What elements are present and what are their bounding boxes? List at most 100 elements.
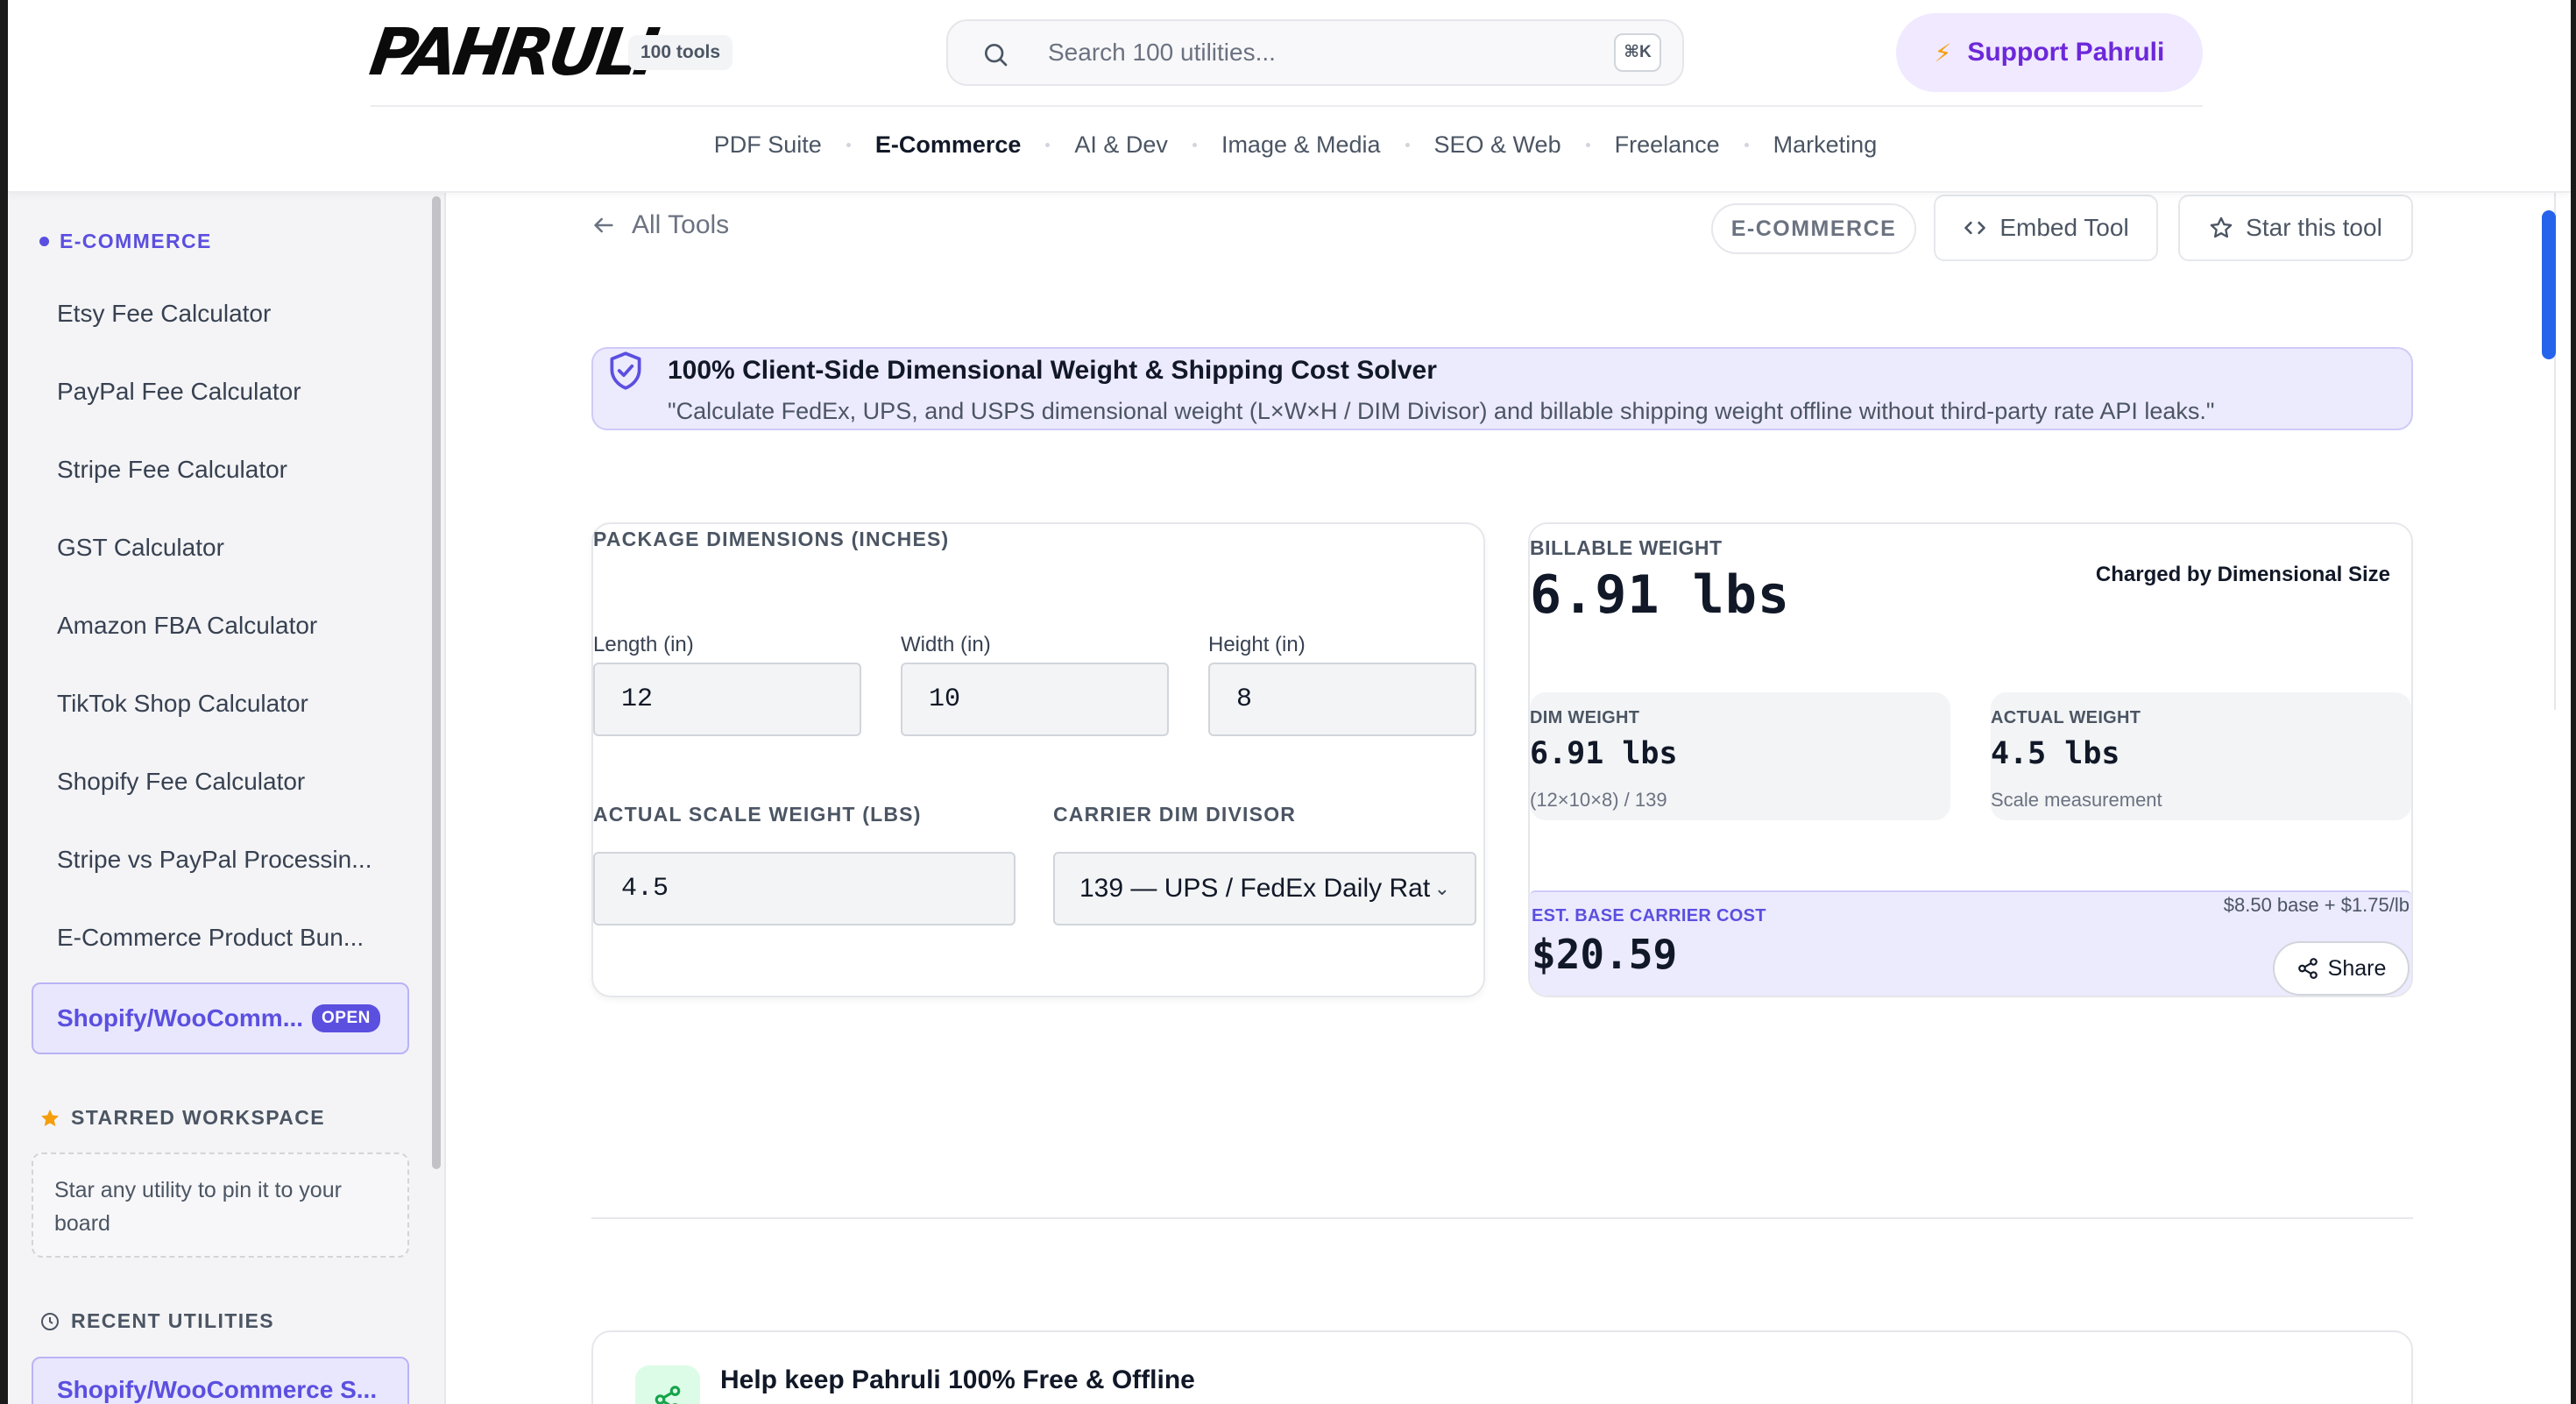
search-shortcut-hint: ⌘K: [1614, 33, 1661, 72]
carrier-cost-value: $20.59: [1532, 931, 1678, 978]
carrier-cost-panel: EST. BASE CARRIER COST $20.59 $8.50 base…: [1530, 890, 2411, 996]
billable-weight-label: BILLABLE WEIGHT: [1530, 536, 1723, 559]
sidebar-item-product-bundle[interactable]: E-Commerce Product Bun...: [57, 924, 364, 952]
window-frame-left: [0, 0, 8, 1404]
dim-weight-label: DIM WEIGHT: [1530, 708, 1640, 727]
back-label: All Tools: [632, 210, 730, 239]
share-network-icon: [635, 1365, 700, 1404]
nav-separator: [1744, 142, 1749, 147]
sidebar-item-stripe-fee[interactable]: Stripe Fee Calculator: [57, 456, 287, 484]
nav-separator: [846, 142, 851, 147]
nav-marketing[interactable]: Marketing: [1773, 131, 1878, 159]
tools-count-badge: 100 tools: [628, 35, 733, 70]
length-input[interactable]: [593, 663, 861, 736]
nav-separator: [1045, 142, 1051, 147]
banner-subtitle: "Calculate FedEx, UPS, and USPS dimensio…: [668, 398, 2215, 424]
carrier-cost-breakdown: $8.50 base + $1.75/lb: [2223, 894, 2410, 916]
logo-wordmark: PAHRULI: [364, 15, 660, 90]
package-dimensions-card: PACKAGE DIMENSIONS (INCHES) Length (in) …: [591, 522, 1485, 997]
star-label: Star this tool: [2246, 214, 2382, 241]
divisor-selected-value: 139 — UPS / FedEx Daily Rat: [1079, 874, 1431, 903]
brand-logo[interactable]: PAHRULI: [365, 15, 659, 90]
support-promo-card: Help keep Pahruli 100% Free & Offline: [591, 1330, 2413, 1404]
active-item-label: Shopify/WooComm...: [57, 1004, 304, 1032]
back-link[interactable]: All Tools: [591, 210, 729, 240]
width-input[interactable]: [901, 663, 1169, 736]
results-card: BILLABLE WEIGHT 6.91 lbs Charged by Dime…: [1528, 522, 2413, 997]
nav-ai-dev[interactable]: AI & Dev: [1074, 131, 1168, 159]
divisor-select[interactable]: 139 — UPS / FedEx Daily Rat ⌄: [1053, 852, 1476, 925]
code-icon: [1964, 221, 1986, 235]
section-title: E-COMMERCE: [60, 230, 212, 252]
starred-empty-state: Star any utility to pin it to your board: [32, 1152, 409, 1258]
billable-weight-value: 6.91 lbs: [1530, 564, 1790, 626]
sidebar-section-recent: RECENT UTILITIES: [39, 1309, 274, 1333]
sidebar-item-tiktok-shop[interactable]: TikTok Shop Calculator: [57, 690, 308, 718]
nav-separator: [1192, 142, 1197, 147]
recent-item[interactable]: Shopify/WooCommerce S...: [32, 1357, 409, 1404]
width-label: Width (in): [901, 633, 991, 656]
search-input[interactable]: [1048, 21, 1574, 84]
length-label: Length (in): [593, 633, 694, 656]
dim-weight-value: 6.91 lbs: [1530, 736, 1678, 771]
sidebar-item-active[interactable]: Shopify/WooComm... OPEN: [32, 982, 409, 1054]
search-bar[interactable]: ⌘K: [946, 19, 1684, 86]
star-tool-button[interactable]: Star this tool: [2178, 195, 2413, 261]
open-badge: OPEN: [312, 1004, 380, 1032]
weight-input[interactable]: [593, 852, 1016, 925]
nav-pdf-suite[interactable]: PDF Suite: [714, 131, 822, 159]
main-scrollbar[interactable]: [2542, 210, 2556, 359]
divisor-label: CARRIER DIM DIVISOR: [1053, 803, 1297, 826]
section-title: RECENT UTILITIES: [71, 1309, 274, 1332]
category-nav: PDF Suite E-Commerce AI & Dev Image & Me…: [8, 123, 2571, 167]
nav-e-commerce[interactable]: E-Commerce: [875, 131, 1022, 159]
arrow-left-icon: [594, 217, 613, 233]
nav-seo-web[interactable]: SEO & Web: [1434, 131, 1561, 159]
charged-by-note: Charged by Dimensional Size: [2095, 563, 2390, 586]
category-pill: E-COMMERCE: [1711, 203, 1916, 254]
banner-title: 100% Client-Side Dimensional Weight & Sh…: [668, 356, 1437, 385]
star-outline-icon: [2210, 216, 2233, 238]
carrier-cost-label: EST. BASE CARRIER COST: [1532, 906, 1766, 925]
search-icon: [985, 44, 1008, 67]
share-label: Share: [2327, 955, 2387, 981]
dimensions-section-title: PACKAGE DIMENSIONS (INCHES): [593, 528, 950, 550]
section-title: STARRED WORKSPACE: [71, 1106, 326, 1129]
nav-freelance[interactable]: Freelance: [1615, 131, 1720, 159]
privacy-banner: 100% Client-Side Dimensional Weight & Sh…: [591, 347, 2413, 430]
nav-image-media[interactable]: Image & Media: [1221, 131, 1381, 159]
dim-weight-formula: (12×10×8) / 139: [1530, 789, 1667, 811]
embed-label: Embed Tool: [1999, 214, 2129, 241]
height-label: Height (in): [1208, 633, 1306, 656]
support-button[interactable]: ⚡ Support Pahruli: [1896, 13, 2203, 92]
star-icon: [41, 1109, 59, 1126]
sidebar-item-amazon-fba[interactable]: Amazon FBA Calculator: [57, 612, 317, 640]
sidebar-item-gst[interactable]: GST Calculator: [57, 534, 224, 562]
dim-weight-tile: DIM WEIGHT 6.91 lbs (12×10×8) / 139: [1530, 692, 1950, 820]
top-header: PAHRULI 100 tools ⌘K ⚡ Support Pahruli P…: [8, 0, 2571, 193]
clock-icon: [41, 1312, 59, 1330]
sidebar-section-starred: STARRED WORKSPACE: [39, 1106, 325, 1130]
support-promo-title: Help keep Pahruli 100% Free & Offline: [720, 1365, 1195, 1394]
lightning-icon: ⚡: [1934, 39, 1952, 67]
chevron-down-icon: ⌄: [1433, 877, 1450, 899]
weight-label: ACTUAL SCALE WEIGHT (LBS): [593, 803, 922, 826]
sidebar-item-shopify-fee[interactable]: Shopify Fee Calculator: [57, 768, 305, 796]
share-icon: [2297, 958, 2318, 979]
actual-weight-note: Scale measurement: [1991, 789, 2162, 811]
sidebar-item-etsy-fee[interactable]: Etsy Fee Calculator: [57, 300, 271, 328]
share-button[interactable]: Share: [2273, 941, 2410, 996]
nav-separator: [1405, 142, 1410, 147]
sidebar-scrollbar[interactable]: [432, 196, 441, 1169]
height-input[interactable]: [1208, 663, 1476, 736]
support-label: Support Pahruli: [1967, 38, 2165, 67]
header-divider: [371, 105, 2203, 107]
sidebar-item-stripe-vs-paypal[interactable]: Stripe vs PayPal Processin...: [57, 846, 372, 874]
actual-weight-value: 4.5 lbs: [1991, 736, 2120, 771]
embed-tool-button[interactable]: Embed Tool: [1934, 195, 2158, 261]
actual-weight-label: ACTUAL WEIGHT: [1991, 708, 2141, 727]
app: PAHRULI 100 tools ⌘K ⚡ Support Pahruli P…: [8, 0, 2571, 1404]
section-dot-icon: [39, 237, 49, 246]
section-divider: [591, 1217, 2413, 1219]
sidebar-item-paypal-fee[interactable]: PayPal Fee Calculator: [57, 378, 301, 406]
